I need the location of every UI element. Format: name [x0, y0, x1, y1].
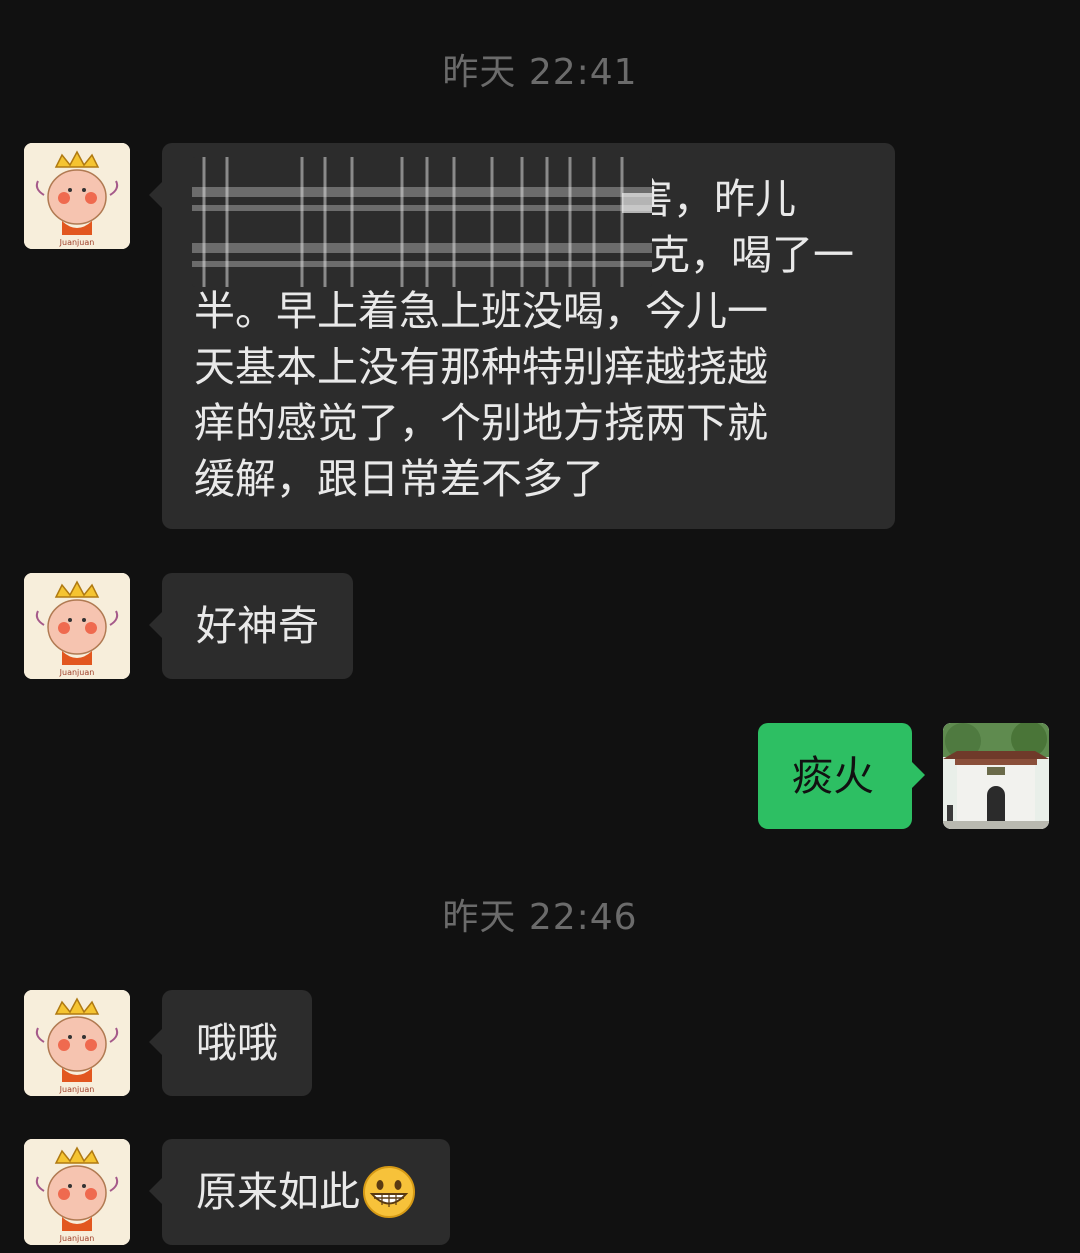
- contact-avatar[interactable]: Juanjuan: [24, 1139, 130, 1245]
- message-line: 缓解，跟日常差不多了: [194, 455, 604, 503]
- message-line: 天基本上没有那种特别痒越挠越: [194, 343, 768, 391]
- svg-text:Juanjuan: Juanjuan: [59, 668, 95, 677]
- message-text: 哦哦: [196, 1019, 278, 1067]
- my-avatar[interactable]: [943, 723, 1049, 829]
- timestamp: 昨天 22:46: [442, 897, 638, 938]
- contact-avatar[interactable]: Juanjuan: [24, 990, 130, 1096]
- message-bubble-incoming[interactable]: 害，昨儿 克，喝了一 半。早上着急上班没喝，今儿一 天基本上没有那种特别痒越挠越…: [149, 143, 895, 529]
- svg-text:Juanjuan: Juanjuan: [59, 1085, 95, 1094]
- redaction-blur: [192, 157, 652, 287]
- message-text: 好神奇: [196, 602, 319, 650]
- message-line: 半。早上着急上班没喝，今儿一: [194, 287, 768, 335]
- message-line: 痒的感觉了，个别地方挠两下就: [194, 399, 768, 447]
- message-bubble-incoming[interactable]: 哦哦: [149, 990, 312, 1096]
- message-bubble-incoming[interactable]: 原来如此: [149, 1139, 450, 1245]
- message-text: 痰火: [792, 752, 874, 800]
- svg-text:Juanjuan: Juanjuan: [59, 1234, 95, 1243]
- timestamp: 昨天 22:41: [442, 52, 638, 93]
- cartoon-avatar-icon: Juanjuan: [24, 1139, 130, 1245]
- grinning-face-icon: [363, 1166, 415, 1218]
- cartoon-avatar-icon: Juanjuan: [24, 143, 130, 249]
- message-text: 原来如此: [196, 1168, 360, 1216]
- contact-avatar[interactable]: Juanjuan: [24, 143, 130, 249]
- cartoon-avatar-icon: Juanjuan: [24, 573, 130, 679]
- cartoon-avatar-icon: Juanjuan: [24, 990, 130, 1096]
- svg-text:Juanjuan: Juanjuan: [59, 238, 95, 247]
- message-bubble-incoming[interactable]: 好神奇: [149, 573, 353, 679]
- message-bubble-outgoing[interactable]: 痰火: [758, 723, 925, 829]
- temple-photo-icon: [943, 723, 1049, 829]
- contact-avatar[interactable]: Juanjuan: [24, 573, 130, 679]
